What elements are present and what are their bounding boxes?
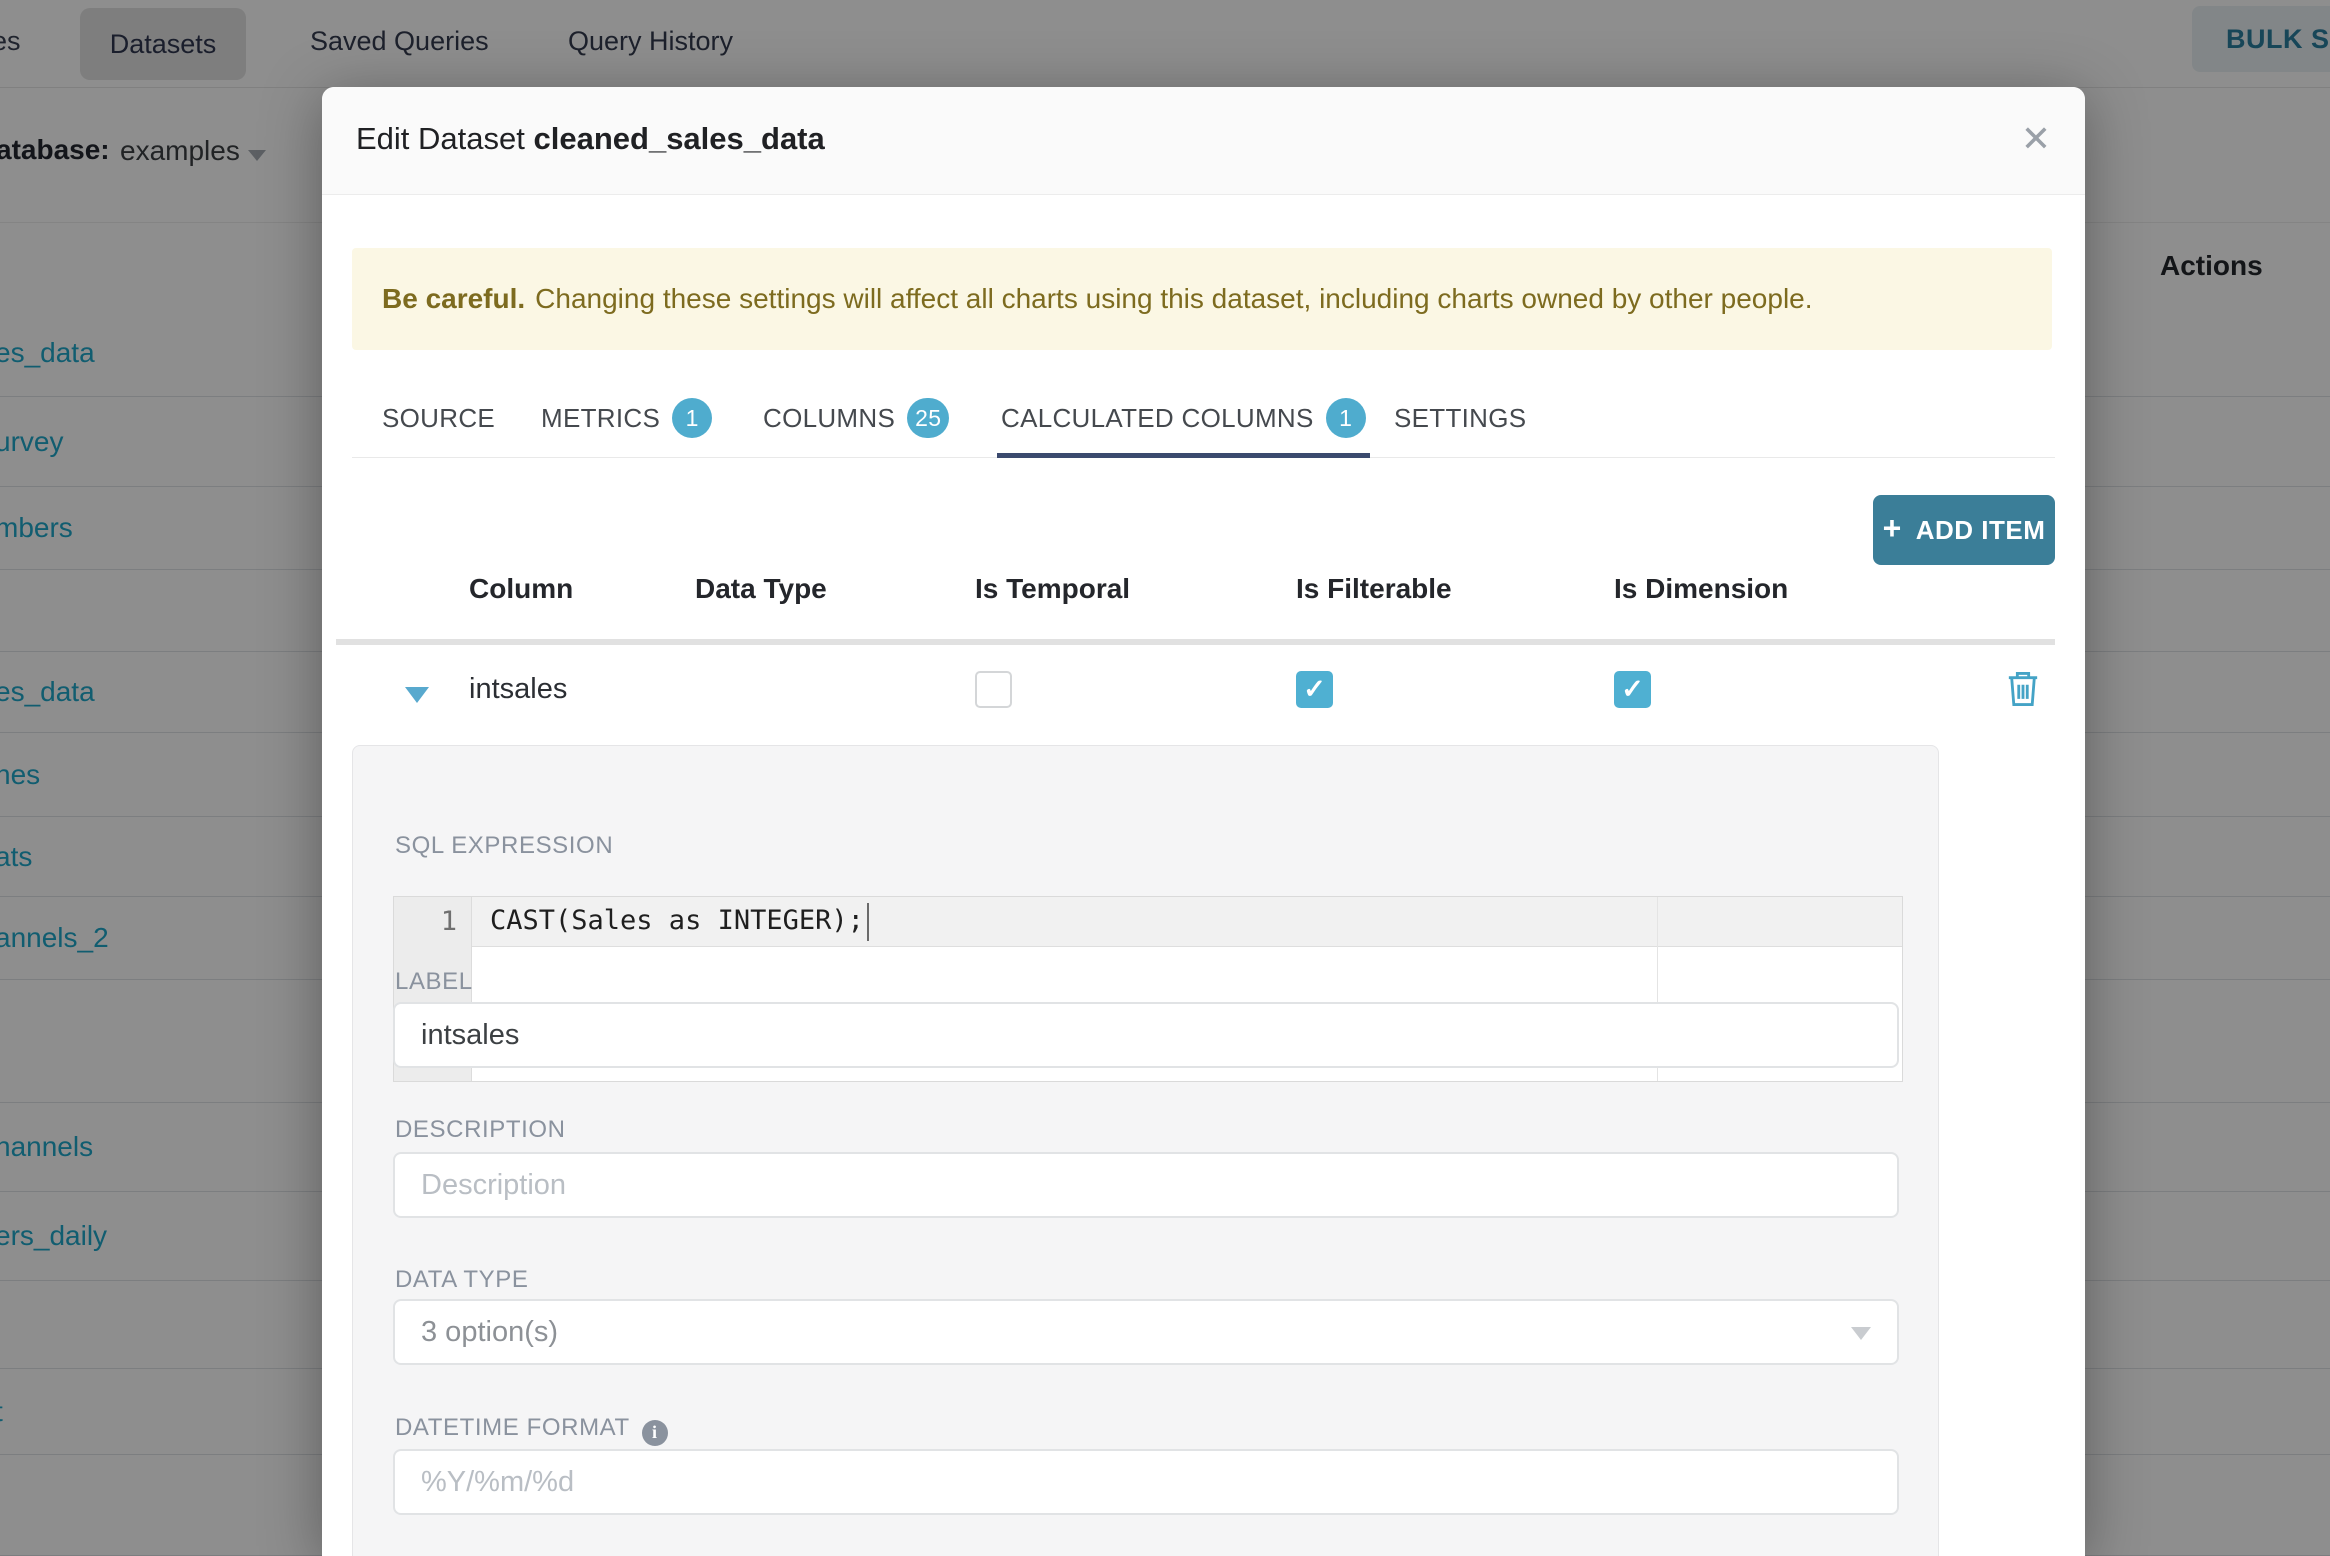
tab-label: METRICS [541, 402, 661, 433]
close-icon[interactable]: ✕ [2021, 119, 2051, 159]
grid-header-is-filterable: Is Filterable [1296, 573, 1452, 604]
label-input[interactable] [393, 1002, 1899, 1068]
grid-header-is-dimension: Is Dimension [1614, 573, 1789, 604]
grid-header-divider [336, 639, 2055, 645]
sql-expression-code[interactable]: CAST(Sales as INTEGER); [490, 905, 864, 936]
modal-tab-source[interactable]: SOURCE [382, 396, 495, 440]
modal-tab-calculated-columns[interactable]: CALCULATED COLUMNS 1 [997, 396, 1370, 458]
info-icon[interactable]: i [641, 1419, 668, 1446]
tab-label: CALCULATED COLUMNS [1001, 402, 1314, 433]
description-input[interactable] [393, 1152, 1899, 1218]
tab-label: COLUMNS [763, 402, 896, 433]
screen: es Datasets Saved Queries Query History … [0, 0, 2330, 1556]
grid-header-is-temporal: Is Temporal [975, 573, 1131, 604]
modal-title: Edit Dataset cleaned_sales_data [356, 121, 825, 157]
warning-banner: Be careful. Changing these settings will… [352, 248, 2052, 350]
datetime-format-label: DATETIME FORMAT i [395, 1414, 668, 1446]
columns-grid-header: Column Data Type Is Temporal Is Filterable I… [322, 573, 2085, 629]
modal-header: Edit Dataset cleaned_sales_data ✕ [322, 87, 2085, 195]
modal-title-dataset-name: cleaned_sales_data [533, 121, 825, 156]
data-type-select[interactable]: 3 option(s) [393, 1299, 1899, 1365]
warning-bold-text: Be careful. [382, 283, 526, 314]
column-detail-panel: SQL EXPRESSION 1 CAST(Sales as INTEGER);… [352, 745, 1939, 1556]
modal-title-prefix: Edit Dataset [356, 121, 525, 156]
editor-cursor [867, 903, 869, 941]
modal-tab-settings[interactable]: SETTINGS [1394, 396, 1526, 440]
edit-dataset-modal: Edit Dataset cleaned_sales_data ✕ Be car… [322, 87, 2085, 1556]
modal-tab-columns[interactable]: COLUMNS 25 [763, 396, 950, 440]
data-type-label: DATA TYPE [395, 1266, 529, 1293]
data-type-value: 3 option(s) [421, 1315, 559, 1348]
tab-label: SOURCE [382, 402, 496, 433]
is-dimension-checkbox[interactable]: ✓ [1614, 671, 1651, 708]
label-field-label: LABEL [395, 968, 473, 995]
datetime-format-label-text: DATETIME FORMAT [395, 1414, 630, 1441]
warning-text: Changing these settings will affect all … [535, 283, 1813, 314]
tab-label: SETTINGS [1394, 402, 1527, 433]
add-item-button[interactable]: + ADD ITEM [1873, 495, 2055, 565]
delete-trash-icon[interactable] [2006, 669, 2040, 709]
tab-count-badge: 25 [907, 398, 950, 438]
datetime-format-input[interactable] [393, 1449, 1899, 1515]
grid-header-data-type: Data Type [695, 573, 827, 604]
editor-line-number: 1 [440, 906, 457, 937]
sql-expression-label: SQL EXPRESSION [395, 832, 614, 859]
modal-tab-metrics[interactable]: METRICS 1 [541, 396, 713, 440]
grid-header-column: Column [469, 573, 574, 604]
add-item-label: ADD ITEM [1915, 514, 2046, 545]
tab-count-badge: 1 [672, 398, 713, 438]
tab-count-badge: 1 [1325, 398, 1366, 438]
description-field-label: DESCRIPTION [395, 1116, 566, 1143]
plus-icon: + [1882, 510, 1902, 546]
modal-tabs: SOURCE METRICS 1 COLUMNS 25 CALCULATED COLUMN… [352, 382, 2055, 458]
is-temporal-checkbox[interactable] [975, 671, 1012, 708]
select-caret-icon [1851, 1327, 1871, 1340]
calculated-column-row: intsales ✓ ✓ [322, 647, 2085, 743]
is-filterable-checkbox[interactable]: ✓ [1296, 671, 1333, 708]
column-name: intsales [469, 673, 568, 705]
collapse-caret-icon[interactable] [405, 687, 429, 703]
